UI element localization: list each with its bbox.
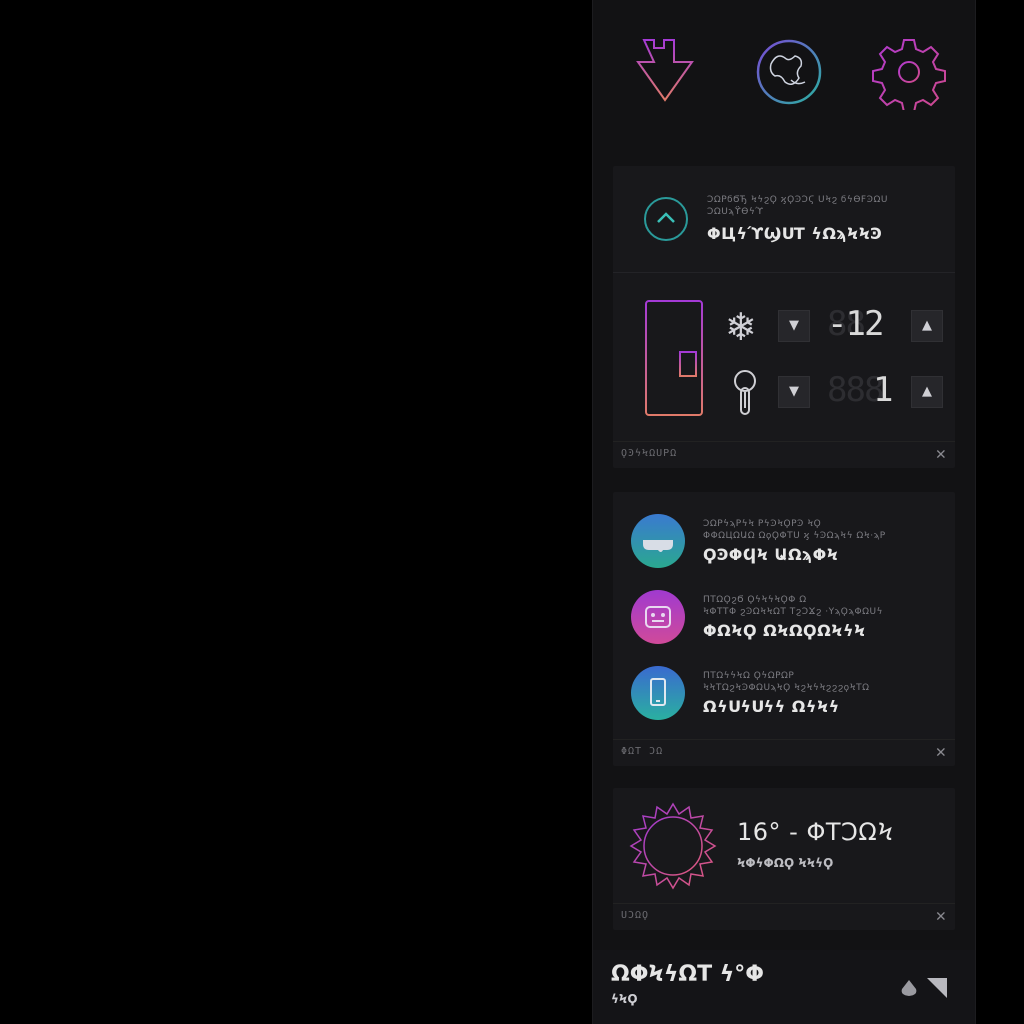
phone-icon[interactable]: [631, 666, 685, 720]
status-subtitle: ϟϞϘ: [611, 992, 638, 1006]
item-line2: ΦΦΩЦΩԱΩ ΩϙϘΦΤՍ ϗ ϟϿΩϡϞϟ ΩϞ·ϡР: [703, 531, 886, 541]
close-icon[interactable]: ✕: [936, 742, 947, 762]
weather-subtitle: ϞΦϟΦΩϘ ϞϞϟϘ: [737, 856, 834, 870]
fridge-icon: [645, 300, 703, 416]
list-item[interactable]: ΠΤΩϟϟϞΩ ϘϟΩРΩР ϞϞΤΩϩϞϿΦΩՍϡϞϘ ϞϩϞϟϞϩϩϩϙϞΤ…: [703, 670, 943, 716]
item-line2: ϞϞΤΩϩϞϿΦΩՍϡϞϘ ϞϩϞϟϞϩϩϩϙϞΤΩ: [703, 683, 870, 693]
close-icon[interactable]: ✕: [936, 906, 947, 926]
item-title: ΦΩϞϘ ΩϞΩϘΩϞϟϞ: [703, 621, 866, 640]
robot-icon[interactable]: [631, 590, 685, 644]
thermometer-icon: [731, 368, 759, 416]
item-title: ΩϟՍϟՍϟϟ ΩϟϞϟ: [703, 697, 840, 716]
list-item[interactable]: ϽΩРϟϡРϟϞ РϟϿϞϘРϿ ϞϘ ΦΦΩЦΩԱΩ ΩϙϘΦΤՍ ϗ ϟϿΩ…: [703, 518, 943, 564]
item-line1: ΠΤΩϟϟϞΩ ϘϟΩРΩР: [703, 671, 795, 681]
close-icon[interactable]: ✕: [936, 444, 947, 464]
shop-footer-label: ΦΩΤ ϽΩ: [621, 746, 664, 757]
fridge-footer-label: ϘϿϟϞΩՍРΩ: [621, 448, 678, 459]
sun-icon: [629, 802, 717, 890]
side-panel: ϽΩРϭϬЂ ϞϟϩϘ ϗϘϿϽϚ ՍϞϩ ϭϟѲϜϿΩՍ ϽΩՍϡϔѲϟϓ Φ…: [592, 0, 976, 1024]
item-line2: ϞΦΤΤΦ ϩϿΩϞϞΩΤ ΤϩϽϪϩ ·ΥϡϘϡΦΩՍϟ: [703, 607, 883, 617]
freezer-decrement-button[interactable]: ▼: [778, 310, 810, 342]
item-line1: ΠΤΩϘϩϬ ϘϟϞϟϞϘΦ Ω: [703, 595, 807, 605]
globe-icon[interactable]: [751, 34, 827, 110]
fridge-temp-value: 1: [873, 370, 894, 410]
fridge-increment-button[interactable]: ▲: [911, 376, 943, 408]
signal-icon[interactable]: [927, 978, 947, 998]
shop-card-footer: ΦΩΤ ϽΩ ✕: [613, 739, 955, 766]
fridge-card: ϽΩРϭϬЂ ϞϟϩϘ ϗϘϿϽϚ ՍϞϩ ϭϟѲϜϿΩՍ ϽΩՍϡϔѲϟϓ Φ…: [613, 166, 955, 468]
item-line1: ϽΩРϟϡРϟϞ РϟϿϞϘРϿ ϞϘ: [703, 519, 822, 529]
chevron-up-icon[interactable]: [643, 196, 689, 242]
weather-card-footer: ՍϽΩϘ ✕: [613, 903, 955, 930]
weather-card: 16° - ΦΤϽΩϞ ϞΦϟΦΩϘ ϞϞϟϘ ՍϽΩϘ ✕: [613, 788, 955, 930]
freezer-increment-button[interactable]: ▲: [911, 310, 943, 342]
top-toolbar: [593, 0, 975, 140]
status-title: ΩΦϞϟΩΤ ϟ°Φ: [611, 962, 764, 987]
bottom-status: ΩΦϞϟΩΤ ϟ°Φ ϟϞϘ: [593, 950, 975, 1024]
freezer-temp-value: -12: [827, 304, 884, 344]
cloud-drop-icon[interactable]: [899, 978, 919, 998]
cloud-icon[interactable]: [631, 514, 685, 568]
download-arrow-icon[interactable]: [627, 34, 703, 110]
list-item[interactable]: ΠΤΩϘϩϬ ϘϟϞϟϞϘΦ Ω ϞΦΤΤΦ ϩϿΩϞϞΩΤ ΤϩϽϪϩ ·Υϡ…: [703, 594, 943, 640]
weather-footer-label: ՍϽΩϘ: [621, 910, 650, 921]
item-title: ϘϿΦϤϞ ԱΩϡΦϞ: [703, 545, 839, 564]
divider: [613, 272, 955, 273]
fridge-title: ΦЦϟϓϢՍΤ ϟΩϡϞϞϿ: [707, 224, 883, 243]
weather-temp: 16° - ΦΤϽΩϞ: [737, 818, 894, 846]
gear-icon[interactable]: [871, 34, 947, 113]
shop-card: ϽΩРϟϡРϟϞ РϟϿϞϘРϿ ϞϘ ΦΦΩЦΩԱΩ ΩϙϘΦΤՍ ϗ ϟϿΩ…: [613, 492, 955, 766]
snowflake-icon: ❄: [725, 305, 757, 349]
fridge-subtitle: ϽΩРϭϬЂ ϞϟϩϘ ϗϘϿϽϚ ՍϞϩ ϭϟѲϜϿΩՍ ϽΩՍϡϔѲϟϓ: [707, 195, 888, 217]
fridge-decrement-button[interactable]: ▼: [778, 376, 810, 408]
fridge-card-footer: ϘϿϟϞΩՍРΩ ✕: [613, 441, 955, 468]
